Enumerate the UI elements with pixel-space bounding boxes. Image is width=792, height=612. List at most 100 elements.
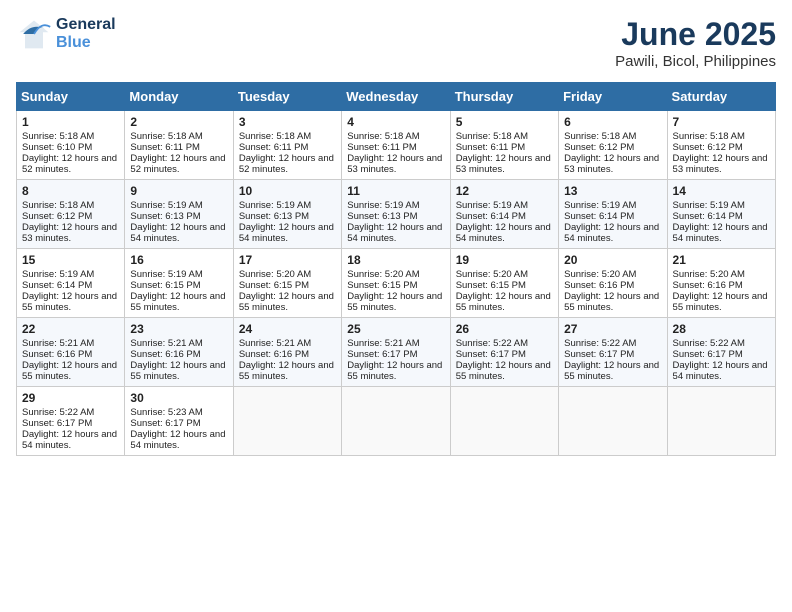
- day-number: 28: [673, 322, 770, 336]
- sunrise: Sunrise: 5:18 AM: [130, 131, 202, 142]
- day-number: 10: [239, 184, 336, 198]
- calendar-cell: [233, 387, 341, 456]
- sunrise: Sunrise: 5:22 AM: [673, 338, 745, 349]
- sunset: Sunset: 6:14 PM: [564, 211, 634, 222]
- sunrise: Sunrise: 5:18 AM: [564, 131, 636, 142]
- sunset: Sunset: 6:16 PM: [564, 280, 634, 291]
- daylight: Daylight: 12 hours and 52 minutes.: [239, 153, 334, 175]
- col-header-monday: Monday: [125, 83, 233, 111]
- sunrise: Sunrise: 5:22 AM: [456, 338, 528, 349]
- calendar-cell: 20Sunrise: 5:20 AMSunset: 6:16 PMDayligh…: [559, 249, 667, 318]
- logo-blue: Blue: [56, 34, 116, 52]
- calendar-cell: [667, 387, 775, 456]
- daylight: Daylight: 12 hours and 54 minutes.: [22, 429, 117, 451]
- day-number: 2: [130, 115, 227, 129]
- sunrise: Sunrise: 5:21 AM: [239, 338, 311, 349]
- logo: General Blue: [16, 16, 116, 52]
- daylight: Daylight: 12 hours and 54 minutes.: [673, 360, 768, 382]
- sunset: Sunset: 6:15 PM: [239, 280, 309, 291]
- sunrise: Sunrise: 5:20 AM: [564, 269, 636, 280]
- daylight: Daylight: 12 hours and 54 minutes.: [239, 222, 334, 244]
- daylight: Daylight: 12 hours and 52 minutes.: [130, 153, 225, 175]
- sunset: Sunset: 6:11 PM: [239, 142, 309, 153]
- sunset: Sunset: 6:11 PM: [130, 142, 200, 153]
- sunrise: Sunrise: 5:18 AM: [456, 131, 528, 142]
- sunrise: Sunrise: 5:22 AM: [564, 338, 636, 349]
- calendar-cell: 19Sunrise: 5:20 AMSunset: 6:15 PMDayligh…: [450, 249, 558, 318]
- calendar-cell: [450, 387, 558, 456]
- sunset: Sunset: 6:17 PM: [347, 349, 417, 360]
- sunrise: Sunrise: 5:18 AM: [22, 200, 94, 211]
- sunset: Sunset: 6:15 PM: [347, 280, 417, 291]
- sunset: Sunset: 6:16 PM: [673, 280, 743, 291]
- calendar-cell: 13Sunrise: 5:19 AMSunset: 6:14 PMDayligh…: [559, 180, 667, 249]
- sunrise: Sunrise: 5:20 AM: [673, 269, 745, 280]
- sunset: Sunset: 6:16 PM: [239, 349, 309, 360]
- sunset: Sunset: 6:12 PM: [564, 142, 634, 153]
- sunrise: Sunrise: 5:19 AM: [564, 200, 636, 211]
- sunset: Sunset: 6:16 PM: [130, 349, 200, 360]
- daylight: Daylight: 12 hours and 55 minutes.: [130, 360, 225, 382]
- week-row-5: 29Sunrise: 5:22 AMSunset: 6:17 PMDayligh…: [17, 387, 776, 456]
- day-number: 6: [564, 115, 661, 129]
- calendar-cell: 26Sunrise: 5:22 AMSunset: 6:17 PMDayligh…: [450, 318, 558, 387]
- calendar-cell: [342, 387, 450, 456]
- sunset: Sunset: 6:13 PM: [130, 211, 200, 222]
- calendar-cell: 25Sunrise: 5:21 AMSunset: 6:17 PMDayligh…: [342, 318, 450, 387]
- sunset: Sunset: 6:12 PM: [22, 211, 92, 222]
- calendar-cell: 3Sunrise: 5:18 AMSunset: 6:11 PMDaylight…: [233, 111, 341, 180]
- sunrise: Sunrise: 5:19 AM: [673, 200, 745, 211]
- sunset: Sunset: 6:17 PM: [130, 418, 200, 429]
- calendar-cell: 17Sunrise: 5:20 AMSunset: 6:15 PMDayligh…: [233, 249, 341, 318]
- calendar-cell: 1Sunrise: 5:18 AMSunset: 6:10 PMDaylight…: [17, 111, 125, 180]
- daylight: Daylight: 12 hours and 55 minutes.: [22, 360, 117, 382]
- day-number: 20: [564, 253, 661, 267]
- week-row-2: 8 Sunrise: 5:18 AMSunset: 6:12 PM Daylight…: [17, 180, 776, 249]
- calendar-body: 1Sunrise: 5:18 AMSunset: 6:10 PMDaylight…: [17, 111, 776, 456]
- sunrise: Sunrise: 5:19 AM: [130, 269, 202, 280]
- sunrise: Sunrise: 5:21 AM: [22, 338, 94, 349]
- day-number: 23: [130, 322, 227, 336]
- daylight: Daylight: 12 hours and 54 minutes.: [347, 222, 442, 244]
- daylight: Daylight: 12 hours and 55 minutes.: [130, 291, 225, 313]
- daylight: Daylight: 12 hours and 52 minutes.: [22, 153, 117, 175]
- day-number: 8: [22, 184, 119, 198]
- week-row-4: 22Sunrise: 5:21 AMSunset: 6:16 PMDayligh…: [17, 318, 776, 387]
- calendar-cell: 6 Sunrise: 5:18 AMSunset: 6:12 PMDaylight…: [559, 111, 667, 180]
- daylight: Daylight: 12 hours and 53 minutes.: [564, 153, 659, 175]
- sunrise: Sunrise: 5:18 AM: [673, 131, 745, 142]
- calendar-cell: 7Sunrise: 5:18 AMSunset: 6:12 PMDaylight…: [667, 111, 775, 180]
- sunset: Sunset: 6:13 PM: [347, 211, 417, 222]
- sunset: Sunset: 6:17 PM: [456, 349, 526, 360]
- calendar-cell: 15Sunrise: 5:19 AMSunset: 6:14 PMDayligh…: [17, 249, 125, 318]
- sunset: Sunset: 6:16 PM: [22, 349, 92, 360]
- calendar-cell: 9Sunrise: 5:19 AMSunset: 6:13 PMDaylight…: [125, 180, 233, 249]
- daylight: Daylight: 12 hours and 54 minutes.: [456, 222, 551, 244]
- daylight: Daylight: 12 hours and 55 minutes.: [456, 291, 551, 313]
- week-row-1: 1Sunrise: 5:18 AMSunset: 6:10 PMDaylight…: [17, 111, 776, 180]
- sunrise: Sunrise: 5:20 AM: [456, 269, 528, 280]
- sunset: Sunset: 6:15 PM: [130, 280, 200, 291]
- daylight: Daylight: 12 hours and 55 minutes.: [347, 360, 442, 382]
- sunrise: Sunrise: 5:18 AM: [239, 131, 311, 142]
- col-header-thursday: Thursday: [450, 83, 558, 111]
- day-number: 22: [22, 322, 119, 336]
- calendar-cell: 14Sunrise: 5:19 AMSunset: 6:14 PMDayligh…: [667, 180, 775, 249]
- sunrise: Sunrise: 5:19 AM: [239, 200, 311, 211]
- sunset: Sunset: 6:11 PM: [456, 142, 526, 153]
- day-number: 16: [130, 253, 227, 267]
- day-number: 5: [456, 115, 553, 129]
- daylight: Daylight: 12 hours and 53 minutes.: [456, 153, 551, 175]
- day-number: 29: [22, 391, 119, 405]
- day-number: 30: [130, 391, 227, 405]
- day-number: 4: [347, 115, 444, 129]
- sunset: Sunset: 6:17 PM: [22, 418, 92, 429]
- calendar-cell: [559, 387, 667, 456]
- calendar-cell: 5 Sunrise: 5:18 AMSunset: 6:11 PMDaylight…: [450, 111, 558, 180]
- day-number: 11: [347, 184, 444, 198]
- calendar-cell: 21Sunrise: 5:20 AMSunset: 6:16 PMDayligh…: [667, 249, 775, 318]
- month-title: June 2025: [615, 16, 776, 53]
- daylight: Daylight: 12 hours and 54 minutes.: [130, 222, 225, 244]
- sunset: Sunset: 6:11 PM: [347, 142, 417, 153]
- sunrise: Sunrise: 5:22 AM: [22, 407, 94, 418]
